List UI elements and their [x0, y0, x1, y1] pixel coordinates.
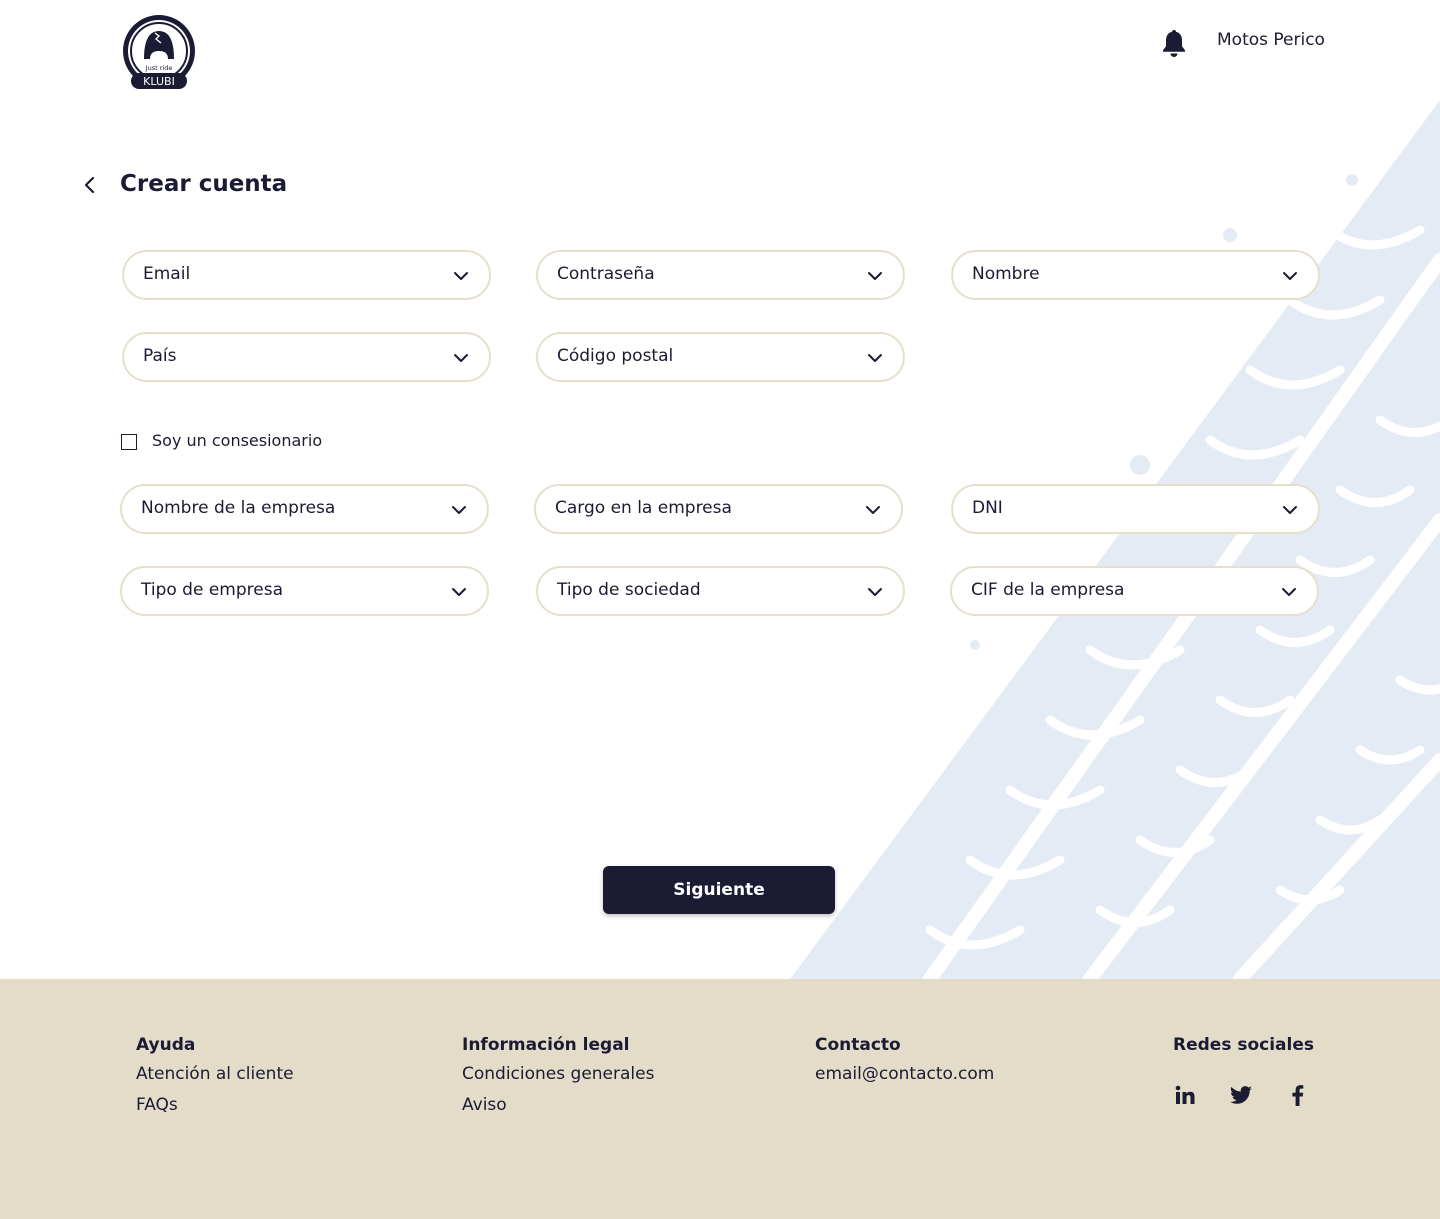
- page-title: Crear cuenta: [120, 171, 288, 197]
- company-type-field[interactable]: Tipo de empresa: [120, 566, 489, 616]
- company-name-field-label: Nombre de la empresa: [141, 498, 336, 518]
- country-field[interactable]: País: [122, 332, 491, 382]
- back-arrow-icon[interactable]: [80, 172, 100, 198]
- password-field-label: Contraseña: [557, 264, 655, 284]
- facebook-icon[interactable]: [1286, 1083, 1310, 1107]
- contact-email-link[interactable]: email@contacto.com: [815, 1064, 994, 1084]
- faqs-link[interactable]: FAQs: [136, 1095, 294, 1115]
- dealer-checkbox[interactable]: [121, 434, 137, 450]
- postal-code-field[interactable]: Código postal: [536, 332, 905, 382]
- company-name-field[interactable]: Nombre de la empresa: [120, 484, 489, 534]
- chevron-down-icon: [1282, 588, 1296, 596]
- dealer-checkbox-label[interactable]: Soy un consesionario: [152, 431, 322, 450]
- social-icons: [1173, 1083, 1313, 1109]
- footer-legal-column: Información legal Condiciones generales …: [462, 1035, 654, 1126]
- company-cif-field-label: CIF de la empresa: [971, 580, 1125, 600]
- header: Just ride KLUBI Motos Perico: [0, 0, 1440, 100]
- email-field-label: Email: [143, 264, 191, 284]
- chevron-down-icon: [452, 588, 466, 596]
- society-type-field[interactable]: Tipo de sociedad: [536, 566, 905, 616]
- company-cif-field[interactable]: CIF de la empresa: [950, 566, 1319, 616]
- user-name[interactable]: Motos Perico: [1217, 30, 1325, 50]
- postal-code-field-label: Código postal: [557, 346, 674, 366]
- footer-social-column: Redes sociales: [1173, 1035, 1314, 1064]
- linkedin-icon[interactable]: [1173, 1083, 1197, 1107]
- next-button[interactable]: Siguiente: [603, 866, 835, 914]
- chevron-down-icon: [866, 506, 880, 514]
- footer: Ayuda Atención al cliente FAQs Informaci…: [0, 979, 1440, 1219]
- dni-field-label: DNI: [972, 498, 1003, 518]
- chevron-down-icon: [868, 354, 882, 362]
- chevron-down-icon: [454, 354, 468, 362]
- company-role-field-label: Cargo en la empresa: [555, 498, 732, 518]
- notice-link[interactable]: Aviso: [462, 1095, 654, 1115]
- footer-help-title: Ayuda: [136, 1035, 196, 1055]
- dni-field[interactable]: DNI: [951, 484, 1320, 534]
- customer-service-link[interactable]: Atención al cliente: [136, 1064, 294, 1084]
- svg-text:Just ride: Just ride: [145, 64, 173, 72]
- twitter-icon[interactable]: [1229, 1083, 1253, 1107]
- chevron-down-icon: [454, 272, 468, 280]
- chevron-down-icon: [1283, 272, 1297, 280]
- name-field-label: Nombre: [972, 264, 1040, 284]
- svg-text:KLUBI: KLUBI: [143, 75, 175, 88]
- chevron-down-icon: [868, 272, 882, 280]
- chevron-down-icon: [452, 506, 466, 514]
- bell-icon[interactable]: [1161, 28, 1187, 58]
- footer-social-title: Redes sociales: [1173, 1035, 1315, 1055]
- country-field-label: País: [143, 346, 177, 366]
- footer-help-column: Ayuda Atención al cliente FAQs: [136, 1035, 294, 1126]
- company-role-field[interactable]: Cargo en la empresa: [534, 484, 903, 534]
- klubi-logo[interactable]: Just ride KLUBI: [119, 13, 199, 93]
- footer-legal-title: Información legal: [462, 1035, 630, 1055]
- name-field[interactable]: Nombre: [951, 250, 1320, 300]
- company-type-field-label: Tipo de empresa: [141, 580, 283, 600]
- email-field[interactable]: Email: [122, 250, 491, 300]
- password-field[interactable]: Contraseña: [536, 250, 905, 300]
- terms-link[interactable]: Condiciones generales: [462, 1064, 654, 1084]
- footer-contact-title: Contacto: [815, 1035, 901, 1055]
- footer-contact-column: Contacto email@contacto.com: [815, 1035, 994, 1095]
- chevron-down-icon: [1283, 506, 1297, 514]
- society-type-field-label: Tipo de sociedad: [557, 580, 701, 600]
- chevron-down-icon: [868, 588, 882, 596]
